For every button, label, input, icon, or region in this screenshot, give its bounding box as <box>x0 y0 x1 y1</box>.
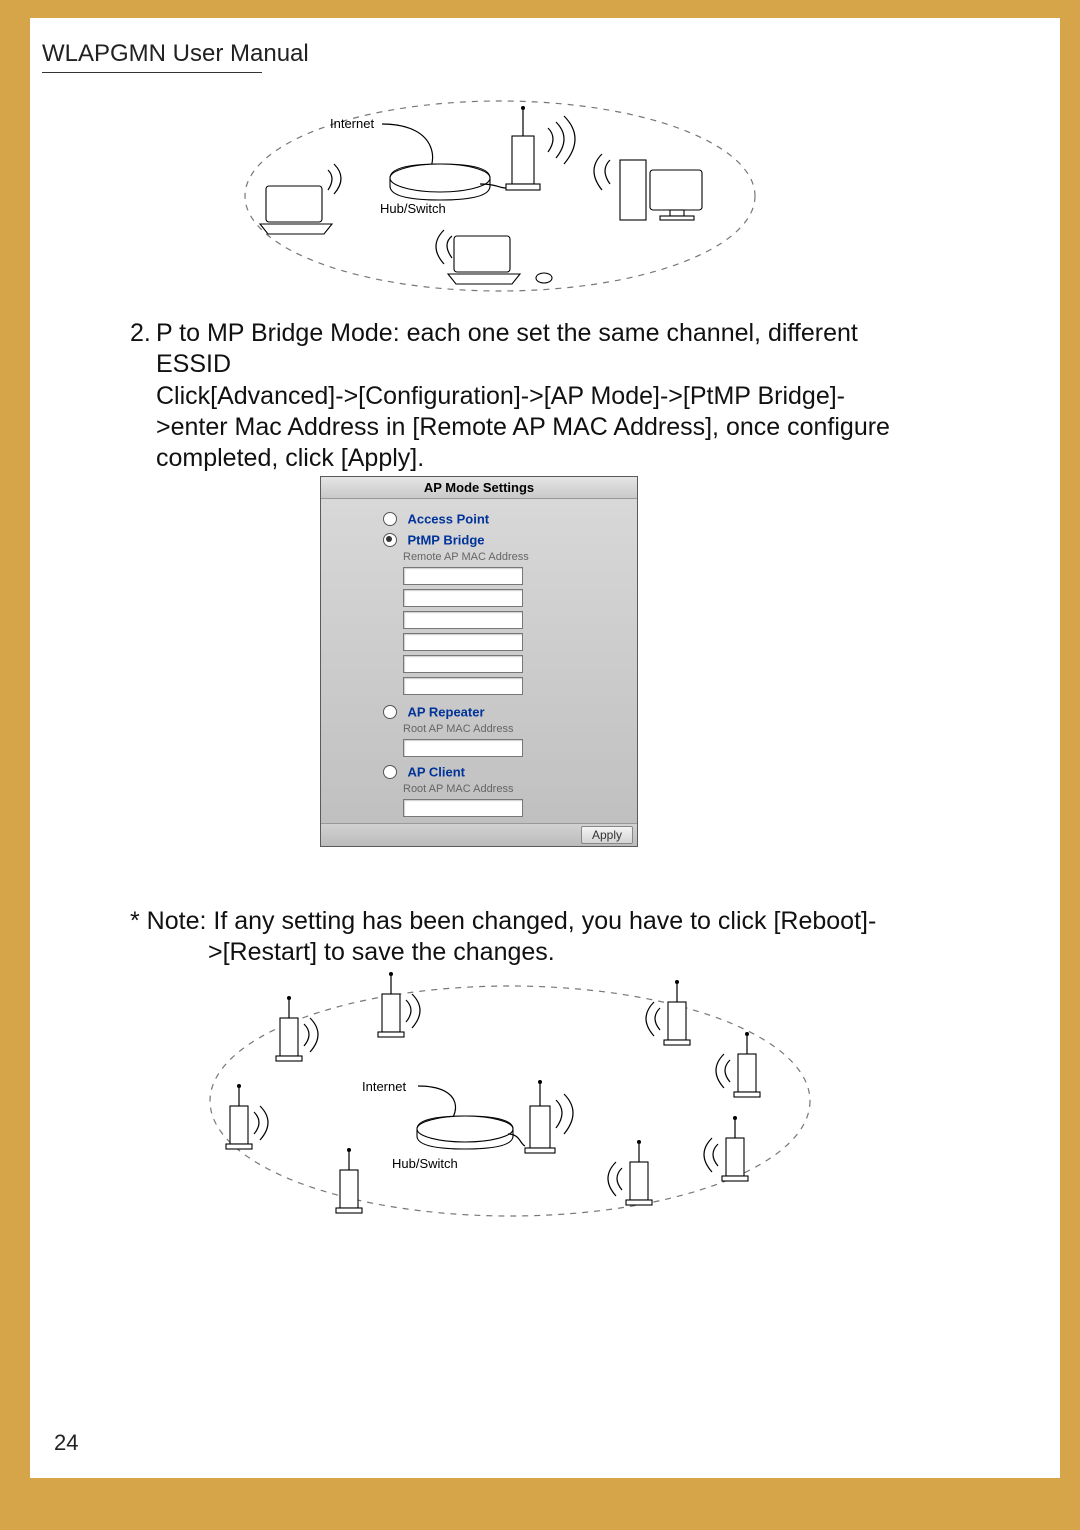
hub-switch-icon <box>390 164 490 200</box>
access-point-icon <box>626 1140 652 1205</box>
remote-mac-input-2[interactable] <box>403 589 523 607</box>
opt-ptmp-bridge-label: PtMP Bridge <box>407 532 484 547</box>
opt-ap-client-label: AP Client <box>407 764 465 779</box>
root-mac-label-1: Root AP MAC Address <box>403 723 625 735</box>
desktop-pc-icon <box>620 160 702 220</box>
hub-switch-icon <box>417 1116 513 1149</box>
radio-ptmp-bridge[interactable] <box>383 533 397 547</box>
radio-access-point[interactable] <box>383 512 397 526</box>
step-number: 2. <box>130 318 156 349</box>
root-mac-input-client[interactable] <box>403 799 523 817</box>
header-title: WLAPGMN User Manual <box>42 40 309 68</box>
header-rule <box>42 72 262 73</box>
ap-mode-settings-panel: AP Mode Settings Access Point PtMP Bridg… <box>320 476 638 847</box>
access-point-icon <box>664 980 690 1045</box>
page-number: 24 <box>54 1430 78 1456</box>
network-diagram-1: Internet Hub/Switch <box>230 88 770 303</box>
hub-label: Hub/Switch <box>380 201 446 216</box>
opt-access-point-label: Access Point <box>407 511 489 526</box>
root-mac-input-repeater[interactable] <box>403 739 523 757</box>
remote-mac-input-5[interactable] <box>403 655 523 673</box>
access-point-icon <box>226 1084 252 1149</box>
remote-mac-input-1[interactable] <box>403 567 523 585</box>
access-point-icon <box>276 996 302 1061</box>
manual-page: WLAPGMN User Manual Internet Hub/Switch <box>30 18 1060 1478</box>
internet-label: Internet <box>330 116 374 131</box>
remote-mac-input-3[interactable] <box>403 611 523 629</box>
radio-ap-repeater[interactable] <box>383 705 397 719</box>
access-point-icon <box>734 1032 760 1097</box>
internet-label-2: Internet <box>362 1079 406 1094</box>
remote-mac-input-4[interactable] <box>403 633 523 651</box>
step-2-text: 2.P to MP Bridge Mode: each one set the … <box>130 318 1000 474</box>
access-point-icon <box>525 1080 555 1153</box>
remote-mac-label: Remote AP MAC Address <box>403 551 625 563</box>
wifi-waves-icon <box>548 116 575 164</box>
access-point-icon <box>336 1148 362 1213</box>
network-diagram-2: Internet Hub/Switch <box>190 966 830 1236</box>
access-point-icon <box>378 972 404 1037</box>
root-mac-label-2: Root AP MAC Address <box>403 783 625 795</box>
opt-ap-repeater-label: AP Repeater <box>407 704 484 719</box>
laptop-icon <box>260 186 332 234</box>
note-text: * Note: If any setting has been changed,… <box>130 906 1000 969</box>
apply-button[interactable]: Apply <box>581 826 633 844</box>
laptop-icon <box>448 236 520 284</box>
mouse-icon <box>536 273 552 283</box>
remote-mac-input-6[interactable] <box>403 677 523 695</box>
panel-title: AP Mode Settings <box>321 477 637 499</box>
access-point-icon <box>722 1116 748 1181</box>
hub-label-2: Hub/Switch <box>392 1156 458 1171</box>
access-point-icon <box>506 106 540 190</box>
radio-ap-client[interactable] <box>383 765 397 779</box>
